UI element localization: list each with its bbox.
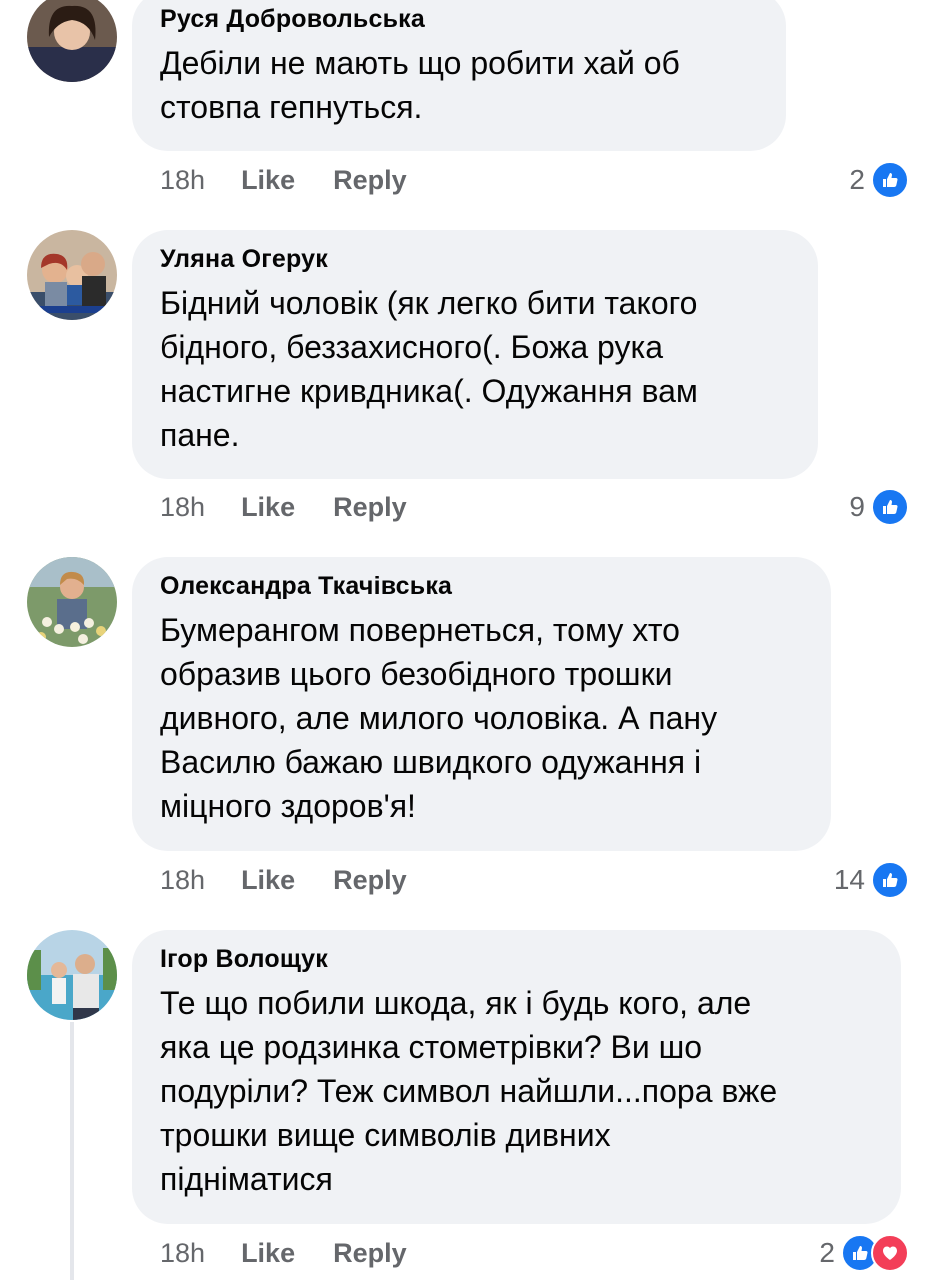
comment-text-line: стовпа гепнуться. <box>160 89 423 125</box>
reaction-count: 14 <box>833 864 865 895</box>
comment-bubble: Ігор Волощук Те що побили шкода, як і бу… <box>132 930 901 1224</box>
comment-bubble: Руся Добровольська Дебіли не мають що ро… <box>132 0 786 151</box>
reaction-summary[interactable]: 2 <box>849 160 909 200</box>
comment-text: Бідний чоловік (як легко бити такого бід… <box>160 281 790 457</box>
reaction-summary[interactable]: 9 <box>849 487 909 527</box>
reply-button[interactable]: Reply <box>333 1238 407 1269</box>
comment-text-line: яка це родзинка стометрівки? Ви шо <box>160 1029 703 1065</box>
author-name[interactable]: Олександра Ткачівська <box>160 570 803 602</box>
comment-text-line: Бідний чоловік (як легко бити такого <box>160 285 698 321</box>
comment-text-line: бідного, беззахисного(. Божа рука <box>160 329 663 365</box>
comment-text-line: міцного здоров'я! <box>160 788 416 824</box>
timestamp[interactable]: 18h <box>160 492 205 523</box>
comment-bubble: Уляна Огерук Бідний чоловік (як легко би… <box>132 230 818 479</box>
comment-text-line: настигне кривдника(. Одужання вам <box>160 373 698 409</box>
comment-actions: 18h Like Reply <box>160 162 445 198</box>
like-icon <box>871 861 909 899</box>
comment-text-line: Дебіли не мають що робити хай об <box>160 45 680 81</box>
reaction-summary[interactable]: 2 <box>819 1233 909 1273</box>
like-icon <box>871 161 909 199</box>
reaction-count: 2 <box>849 164 865 195</box>
author-name[interactable]: Уляна Огерук <box>160 243 790 275</box>
reply-button[interactable]: Reply <box>333 165 407 196</box>
comment-actions: 18h Like Reply <box>160 1235 445 1271</box>
love-icon <box>871 1234 909 1272</box>
comment-actions: 18h Like Reply <box>160 489 445 525</box>
like-button[interactable]: Like <box>241 165 295 196</box>
reaction-count: 2 <box>819 1237 835 1268</box>
comment-text-line: пане. <box>160 417 240 453</box>
avatar[interactable] <box>27 930 117 1020</box>
avatar[interactable] <box>27 0 117 82</box>
timestamp[interactable]: 18h <box>160 1238 205 1269</box>
like-button[interactable]: Like <box>241 1238 295 1269</box>
reaction-summary[interactable]: 14 <box>834 860 909 900</box>
comment-text-line: образив цього безобідного трошки <box>160 656 673 692</box>
timestamp[interactable]: 18h <box>160 165 205 196</box>
like-icon <box>871 488 909 526</box>
like-button[interactable]: Like <box>241 865 295 896</box>
comment-text: Дебіли не мають що робити хай об стовпа … <box>160 41 758 129</box>
comment-text-line: Василю бажаю швидкого одужання і <box>160 744 702 780</box>
avatar[interactable] <box>27 557 117 647</box>
like-button[interactable]: Like <box>241 492 295 523</box>
reply-button[interactable]: Reply <box>333 865 407 896</box>
reply-thread-line <box>70 1022 74 1280</box>
comment-actions: 18h Like Reply <box>160 862 445 898</box>
timestamp[interactable]: 18h <box>160 865 205 896</box>
comment-text: Бумерангом повернеться, тому хто образив… <box>160 608 803 828</box>
reply-button[interactable]: Reply <box>333 492 407 523</box>
author-name[interactable]: Руся Добровольська <box>160 3 758 35</box>
comment-text: Те що побили шкода, як і будь кого, але … <box>160 981 873 1201</box>
comment-text-line: Те що побили шкода, як і будь кого, але <box>160 985 752 1021</box>
avatar[interactable] <box>27 230 117 320</box>
comment-text-line: дивного, але милого чоловіка. А пану <box>160 700 718 736</box>
reaction-count: 9 <box>849 491 865 522</box>
comment-bubble: Олександра Ткачівська Бумерангом поверне… <box>132 557 831 851</box>
comment-text-line: підніматися <box>160 1161 333 1197</box>
comment-text-line: подуріли? Теж символ найшли...пора вже <box>160 1073 778 1109</box>
comment-text-line: Бумерангом повернеться, тому хто <box>160 612 680 648</box>
author-name[interactable]: Ігор Волощук <box>160 943 873 975</box>
comment-text-line: трошки вище символів дивних <box>160 1117 611 1153</box>
